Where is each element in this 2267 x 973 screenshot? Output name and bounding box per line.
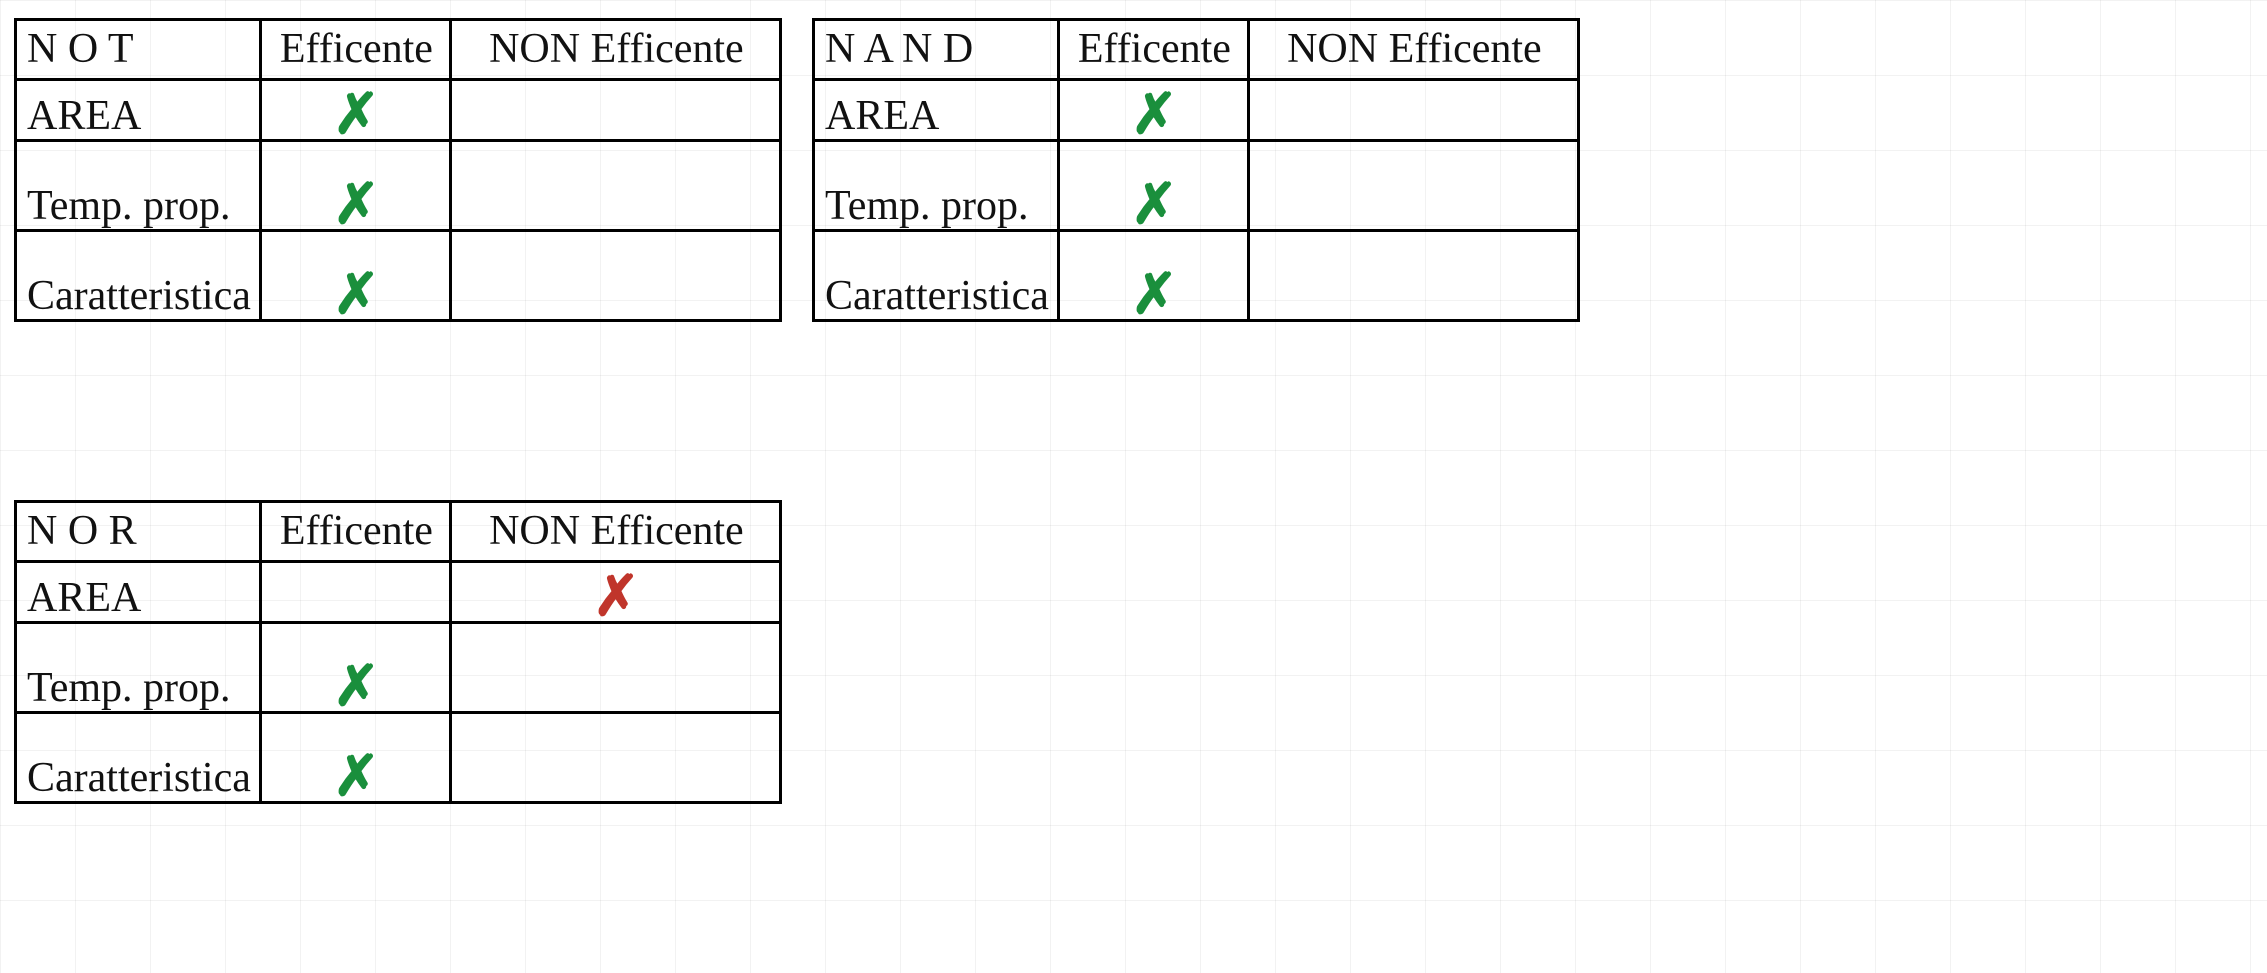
row-label: AREA xyxy=(814,80,1059,141)
cell-not-efficient xyxy=(1248,231,1578,321)
cell-not-efficient xyxy=(450,713,780,803)
col-not-efficient: NON Efficente xyxy=(1248,20,1578,80)
row-label: Caratteristica xyxy=(16,231,261,321)
table-not: N O TEfficenteNON EfficenteAREA✗Temp. pr… xyxy=(14,18,782,322)
cell-efficient: ✗ xyxy=(260,141,450,231)
cell-efficient: ✗ xyxy=(260,80,450,141)
cell-not-efficient xyxy=(1248,80,1578,141)
table-nand: N A N DEfficenteNON EfficenteAREA✗Temp. … xyxy=(812,18,1580,322)
table-nor: N O REfficenteNON EfficenteAREA✗Temp. pr… xyxy=(14,500,782,804)
table-title: N O R xyxy=(16,502,261,562)
table-row: Temp. prop. ✗ xyxy=(814,141,1579,231)
row-label: Temp. prop. xyxy=(16,623,261,713)
table-row: Caratteristica ✗ xyxy=(16,231,781,321)
row-label: Temp. prop. xyxy=(814,141,1059,231)
table-title: N A N D xyxy=(814,20,1059,80)
table-row: Temp. prop. ✗ xyxy=(16,141,781,231)
row-label: AREA xyxy=(16,562,261,623)
col-not-efficient: NON Efficente xyxy=(450,20,780,80)
table-row: Temp. prop. ✗ xyxy=(16,623,781,713)
col-efficient: Efficente xyxy=(260,502,450,562)
cell-efficient: ✗ xyxy=(260,231,450,321)
cell-not-efficient xyxy=(450,141,780,231)
cross-icon: ✗ xyxy=(593,569,640,625)
row-label: AREA xyxy=(16,80,261,141)
cell-efficient: ✗ xyxy=(1058,231,1248,321)
check-icon: ✗ xyxy=(333,659,380,715)
check-icon: ✗ xyxy=(333,267,380,323)
cell-not-efficient xyxy=(1248,141,1578,231)
table-row: Caratteristica ✗ xyxy=(814,231,1579,321)
row-label: Caratteristica xyxy=(16,713,261,803)
cell-efficient xyxy=(260,562,450,623)
cell-not-efficient xyxy=(450,231,780,321)
cell-efficient: ✗ xyxy=(260,623,450,713)
check-icon: ✗ xyxy=(1131,87,1178,143)
table-row: Caratteristica ✗ xyxy=(16,713,781,803)
check-icon: ✗ xyxy=(1131,177,1178,233)
cell-efficient: ✗ xyxy=(1058,141,1248,231)
table-row: AREA ✗ xyxy=(814,80,1579,141)
cell-not-efficient xyxy=(450,80,780,141)
cell-efficient: ✗ xyxy=(1058,80,1248,141)
cell-efficient: ✗ xyxy=(260,713,450,803)
table-row: AREA ✗ xyxy=(16,562,781,623)
col-efficient: Efficente xyxy=(1058,20,1248,80)
table-title: N O T xyxy=(16,20,261,80)
check-icon: ✗ xyxy=(333,749,380,805)
cell-not-efficient: ✗ xyxy=(450,562,780,623)
check-icon: ✗ xyxy=(333,87,380,143)
check-icon: ✗ xyxy=(1131,267,1178,323)
col-efficient: Efficente xyxy=(260,20,450,80)
table-row: AREA ✗ xyxy=(16,80,781,141)
cell-not-efficient xyxy=(450,623,780,713)
row-label: Temp. prop. xyxy=(16,141,261,231)
row-label: Caratteristica xyxy=(814,231,1059,321)
col-not-efficient: NON Efficente xyxy=(450,502,780,562)
check-icon: ✗ xyxy=(333,177,380,233)
